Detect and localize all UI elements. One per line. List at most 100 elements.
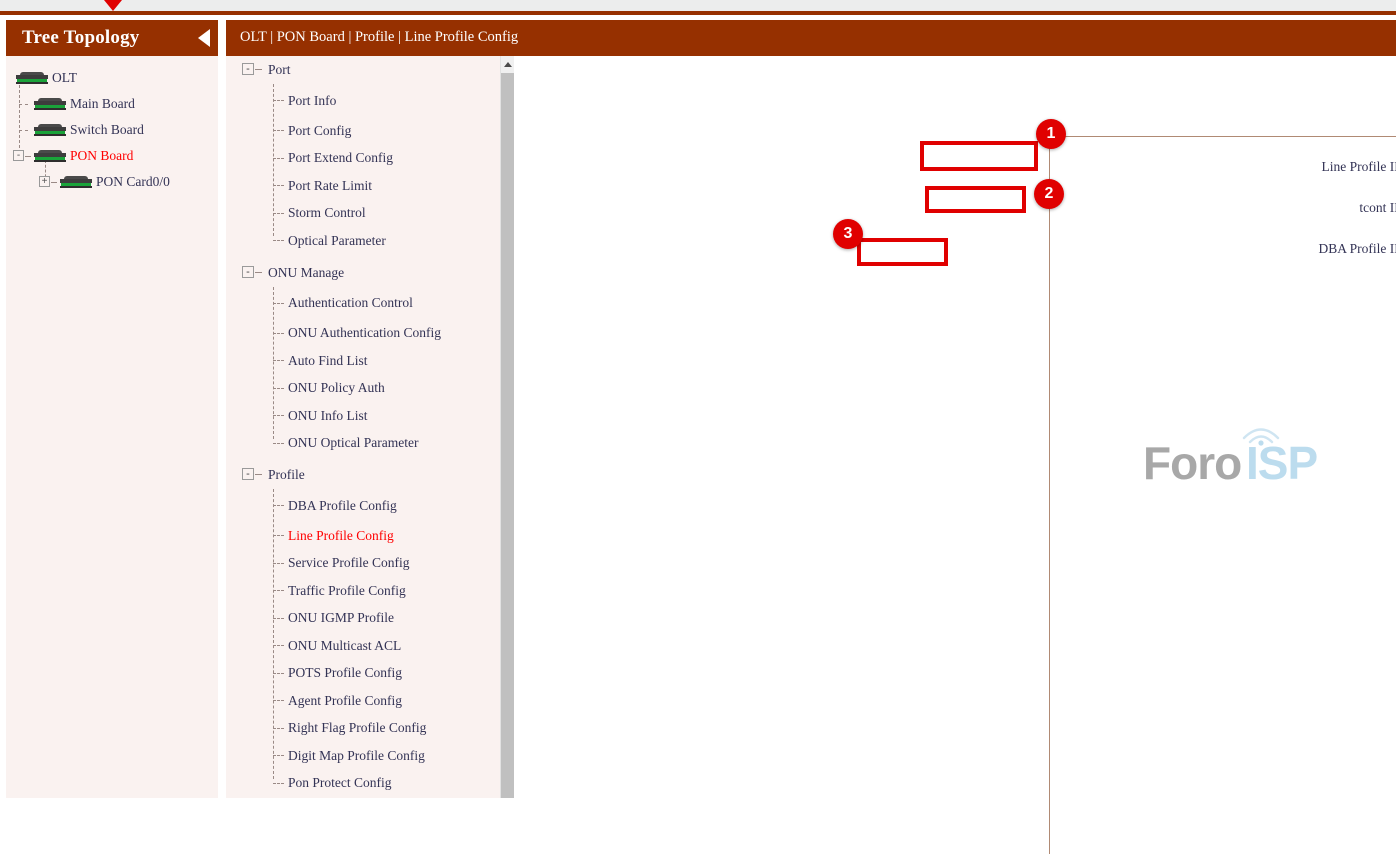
menu-group-expander-icon[interactable]: - <box>242 468 254 480</box>
tree-topology-header: Tree Topology <box>6 20 218 56</box>
menu-item-onu-igmp-profile[interactable]: ONU IGMP Profile <box>226 605 514 633</box>
menu-branch-line <box>273 130 284 131</box>
menu-branch-line <box>273 100 284 101</box>
tree-node-pon-board[interactable]: - PON Board <box>6 143 218 169</box>
menu-item-pots-profile-config[interactable]: POTS Profile Config <box>226 660 514 688</box>
menu-item-digit-map-profile-config[interactable]: Digit Map Profile Config <box>226 742 514 770</box>
menu-item-label[interactable]: Traffic Profile Config <box>288 583 406 599</box>
menu-group-onu-manage[interactable]: - ONU Manage <box>226 259 514 287</box>
tree-node-label[interactable]: PON Card0/0 <box>96 174 170 190</box>
menu-item-label[interactable]: Port Info <box>288 93 336 109</box>
menu-item-label[interactable]: Right Flag Profile Config <box>288 720 426 736</box>
menu-item-label[interactable]: ONU Policy Auth <box>288 380 385 396</box>
scrollbar-thumb[interactable] <box>501 73 514 798</box>
form-row-line-profile-id: Line Profile ID ： 1 <box>1050 157 1396 177</box>
line-profile-config-panel: Foro ISP Line Profile ID ： 1 tcont ID ： … <box>1049 136 1396 854</box>
menu-item-label[interactable]: POTS Profile Config <box>288 665 402 681</box>
device-icon <box>14 72 50 85</box>
menu-item-label[interactable]: Auto Find List <box>288 353 368 369</box>
tree-expander-collapse-icon[interactable]: - <box>13 150 24 161</box>
menu-group-expander-icon[interactable]: - <box>242 266 254 278</box>
menu-group-label[interactable]: ONU Manage <box>268 265 344 281</box>
menu-item-label[interactable]: Digit Map Profile Config <box>288 748 425 764</box>
dba-profile-id-label: DBA Profile ID <box>1050 241 1396 257</box>
menu-item-label[interactable]: Port Config <box>288 123 351 139</box>
tree-node-main-board[interactable]: Main Board <box>6 91 218 117</box>
menu-group-profile-items: DBA Profile Config Line Profile Config S… <box>226 489 514 797</box>
menu-item-port-config[interactable]: Port Config <box>226 117 514 145</box>
menu-item-label[interactable]: Port Extend Config <box>288 150 393 166</box>
menu-item-port-extend-config[interactable]: Port Extend Config <box>226 145 514 173</box>
menu-item-label[interactable]: ONU Optical Parameter <box>288 435 418 451</box>
menu-item-label[interactable]: Pon Protect Config <box>288 775 392 791</box>
menu-item-pon-protect-config[interactable]: Pon Protect Config <box>226 770 514 798</box>
menu-item-label[interactable]: Service Profile Config <box>288 555 409 571</box>
tree-node-label[interactable]: Switch Board <box>70 122 144 138</box>
menu-item-dba-profile-config[interactable]: DBA Profile Config <box>226 489 514 522</box>
menu-item-onu-info-list[interactable]: ONU Info List <box>226 402 514 430</box>
line-profile-id-label: Line Profile ID <box>1050 159 1396 175</box>
triangle-left-icon[interactable] <box>198 29 210 47</box>
tree-topology-panel: Tree Topology OLT Main Board <box>6 20 218 798</box>
menu-branch-line <box>273 505 284 506</box>
menu-item-service-profile-config[interactable]: Service Profile Config <box>226 550 514 578</box>
form-button-row: Confirm Cancel <box>1050 280 1396 302</box>
menu-item-agent-profile-config[interactable]: Agent Profile Config <box>226 687 514 715</box>
tree-node-label[interactable]: Main Board <box>70 96 135 112</box>
device-icon <box>32 150 68 163</box>
device-icon <box>32 124 68 137</box>
tree-branch-line <box>19 130 28 131</box>
scroll-up-arrow-icon[interactable] <box>501 56 514 73</box>
menu-item-label[interactable]: Agent Profile Config <box>288 693 402 709</box>
menu-item-onu-multicast-acl[interactable]: ONU Multicast ACL <box>226 632 514 660</box>
menu-item-label[interactable]: DBA Profile Config <box>288 498 397 514</box>
breadcrumb-bar: OLT | PON Board | Profile | Line Profile… <box>226 20 1396 56</box>
tree-node-pon-card[interactable]: + PON Card0/0 <box>6 169 218 195</box>
menu-item-onu-optical-parameter[interactable]: ONU Optical Parameter <box>226 430 514 458</box>
menu-branch-line <box>273 185 284 186</box>
tree-node-label[interactable]: PON Board <box>70 148 133 164</box>
tree-node-switch-board[interactable]: Switch Board <box>6 117 218 143</box>
menu-item-line-profile-config[interactable]: Line Profile Config <box>226 522 514 550</box>
menu-item-right-flag-profile-config[interactable]: Right Flag Profile Config <box>226 715 514 743</box>
menu-group-port[interactable]: - Port <box>226 56 514 84</box>
watermark-text-foro: Foro <box>1143 436 1241 490</box>
menu-branch-line <box>273 783 284 784</box>
menu-item-port-info[interactable]: Port Info <box>226 84 514 117</box>
menu-branch-line <box>273 388 284 389</box>
menu-branch-line <box>273 673 284 674</box>
top-strip-rule <box>0 11 1396 15</box>
menu-item-label[interactable]: ONU Info List <box>288 408 368 424</box>
line-profile-form: Line Profile ID ： 1 tcont ID ： DBA Profi… <box>1050 157 1396 302</box>
menu-item-label[interactable]: Line Profile Config <box>288 528 394 544</box>
device-icon <box>58 176 94 189</box>
navigation-menu: - Port Port Info Port Config Port Extend… <box>226 56 514 798</box>
menu-item-label[interactable]: Optical Parameter <box>288 233 386 249</box>
menu-item-traffic-profile-config[interactable]: Traffic Profile Config <box>226 577 514 605</box>
menu-item-label[interactable]: Port Rate Limit <box>288 178 372 194</box>
menu-item-authentication-control[interactable]: Authentication Control <box>226 287 514 320</box>
menu-group-onu-items: Authentication Control ONU Authenticatio… <box>226 287 514 458</box>
menu-item-label[interactable]: ONU Authentication Config <box>288 325 441 341</box>
menu-group-label[interactable]: Profile <box>268 467 305 483</box>
content-area: Foro ISP Line Profile ID ： 1 tcont ID ： … <box>520 56 1396 798</box>
menu-item-label[interactable]: ONU IGMP Profile <box>288 610 394 626</box>
menu-item-onu-policy-auth[interactable]: ONU Policy Auth <box>226 375 514 403</box>
menu-item-auto-find-list[interactable]: Auto Find List <box>226 347 514 375</box>
watermark-text-isp: ISP <box>1246 436 1317 490</box>
menu-group-profile[interactable]: - Profile <box>226 461 514 489</box>
menu-item-storm-control[interactable]: Storm Control <box>226 200 514 228</box>
tree-expander-expand-icon[interactable]: + <box>39 176 50 187</box>
menu-scrollbar[interactable] <box>500 56 514 798</box>
tree-node-label[interactable]: OLT <box>52 70 77 86</box>
tree-node-olt[interactable]: OLT <box>6 65 218 91</box>
menu-item-port-rate-limit[interactable]: Port Rate Limit <box>226 172 514 200</box>
menu-item-label[interactable]: Storm Control <box>288 205 366 221</box>
menu-item-optical-parameter[interactable]: Optical Parameter <box>226 227 514 255</box>
menu-group-expander-icon[interactable]: - <box>242 63 254 75</box>
device-icon <box>32 98 68 111</box>
menu-item-label[interactable]: Authentication Control <box>288 295 413 311</box>
menu-item-onu-authentication-config[interactable]: ONU Authentication Config <box>226 320 514 348</box>
menu-item-label[interactable]: ONU Multicast ACL <box>288 638 401 654</box>
menu-group-label[interactable]: Port <box>268 62 291 78</box>
